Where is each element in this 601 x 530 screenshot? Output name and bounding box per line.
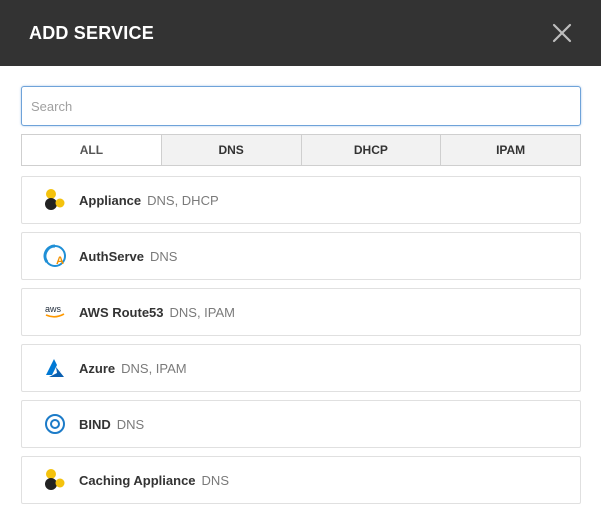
filter-tabs: ALL DNS DHCP IPAM	[21, 134, 581, 166]
service-tags: DNS, IPAM	[169, 304, 236, 320]
service-list: Appliance DNS, DHCP A AuthServe DNS aws …	[21, 176, 581, 504]
tab-dns[interactable]: DNS	[160, 135, 301, 165]
service-name: Caching Appliance	[79, 472, 196, 488]
close-icon	[552, 23, 572, 43]
bind-icon	[42, 411, 68, 437]
service-tags: DNS, IPAM	[121, 360, 187, 376]
aws-icon: aws	[42, 299, 68, 325]
service-tags: DNS	[116, 416, 145, 432]
modal-title: ADD SERVICE	[29, 22, 154, 43]
service-name: Azure	[79, 360, 116, 376]
svg-text:A: A	[56, 255, 64, 267]
tab-ipam[interactable]: IPAM	[440, 135, 580, 165]
modal-header: ADD SERVICE	[0, 0, 601, 66]
service-item-bind[interactable]: BIND DNS	[21, 400, 581, 448]
service-item-caching-appliance[interactable]: Caching Appliance DNS	[21, 456, 581, 504]
service-name: AuthServe	[79, 248, 145, 264]
caching-appliance-icon	[42, 467, 68, 493]
service-item-azure[interactable]: Azure DNS, IPAM	[21, 344, 581, 392]
tab-all[interactable]: ALL	[22, 135, 161, 165]
service-name: Appliance	[79, 192, 142, 208]
service-name: BIND	[79, 416, 111, 432]
service-name: AWS Route53	[79, 304, 164, 320]
service-tags: DNS	[150, 248, 178, 264]
service-item-aws-route53[interactable]: aws AWS Route53 DNS, IPAM	[21, 288, 581, 336]
tab-dhcp[interactable]: DHCP	[300, 135, 441, 165]
modal-body: ALL DNS DHCP IPAM Appliance DNS, DHCP	[0, 66, 601, 504]
authserve-icon: A	[42, 243, 68, 269]
appliance-icon	[42, 187, 68, 213]
close-button[interactable]	[551, 22, 573, 44]
svg-text:aws: aws	[45, 304, 62, 314]
azure-icon	[42, 355, 68, 381]
service-item-appliance[interactable]: Appliance DNS, DHCP	[21, 176, 581, 224]
search-input[interactable]	[21, 86, 581, 126]
service-item-authserve[interactable]: A AuthServe DNS	[21, 232, 581, 280]
add-service-modal: ADD SERVICE ALL DNS DHCP IPAM	[0, 0, 601, 530]
service-tags: DNS, DHCP	[147, 192, 219, 208]
service-tags: DNS	[201, 472, 229, 488]
